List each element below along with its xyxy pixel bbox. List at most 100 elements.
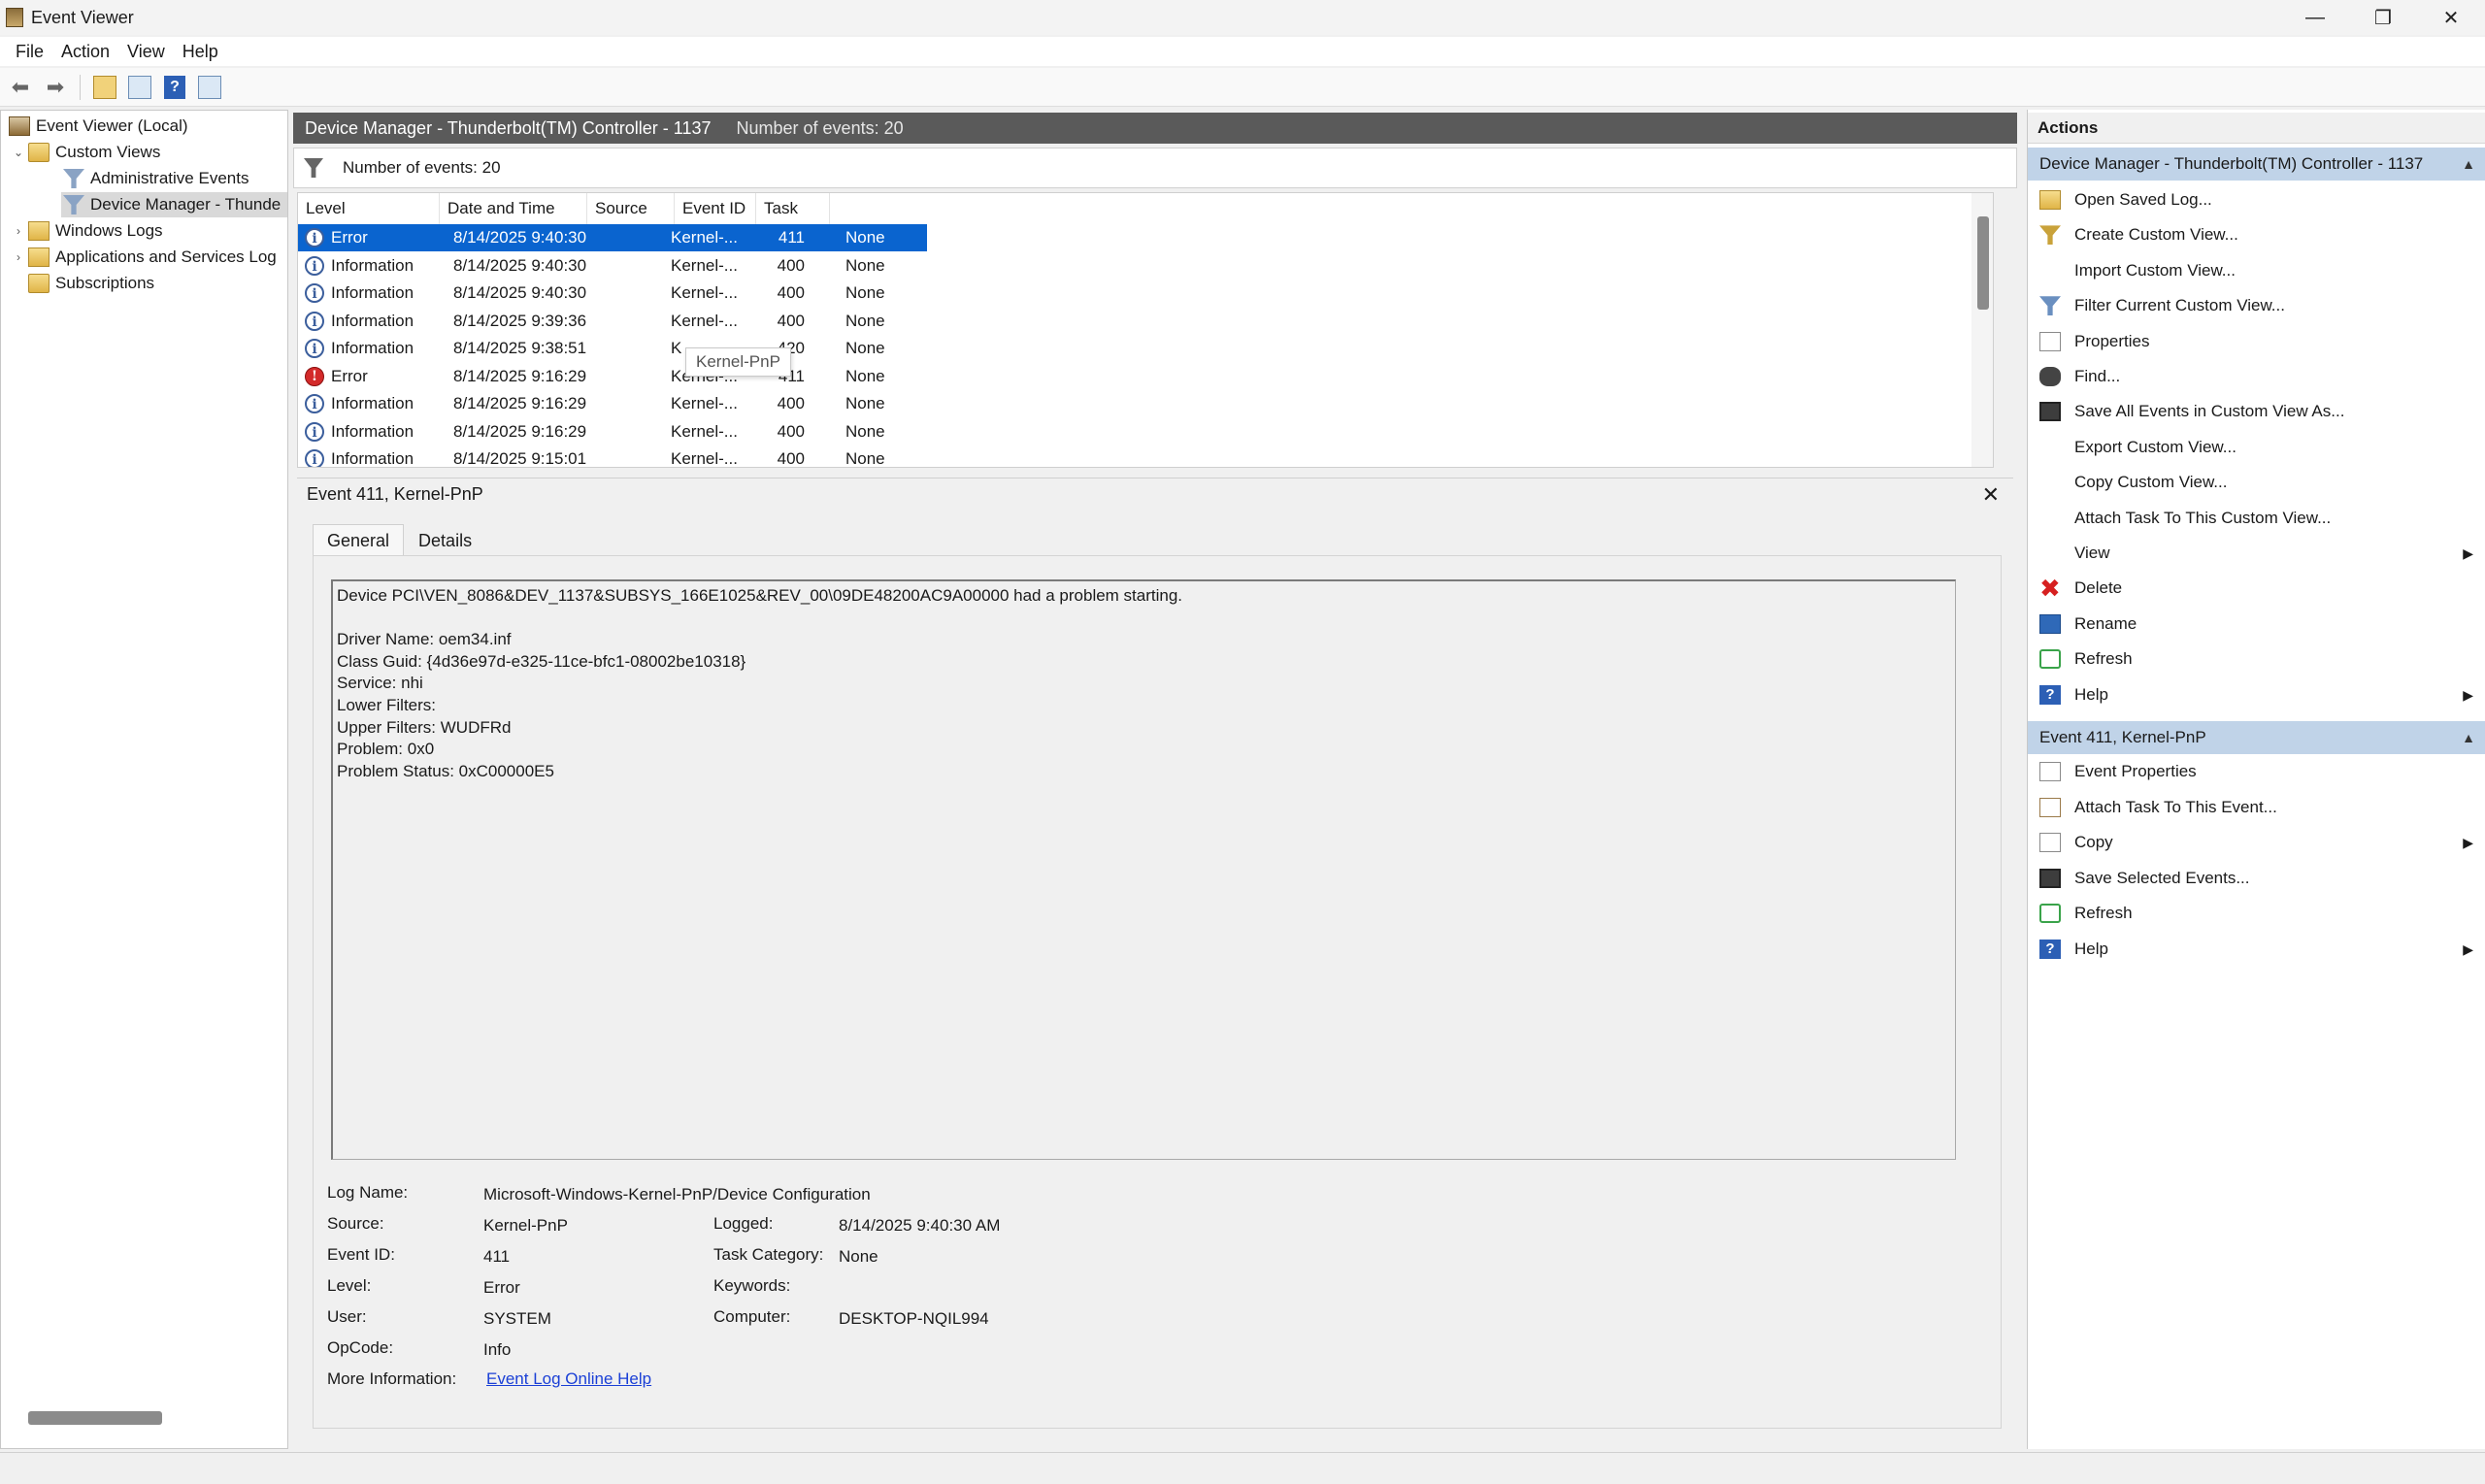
information-icon: i	[305, 449, 324, 467]
chevron-right-icon[interactable]: ›	[11, 224, 26, 238]
cell-task: None	[845, 421, 885, 441]
log-name-value[interactable]: Microsoft-Windows-Kernel-PnP/Device Conf…	[483, 1185, 871, 1204]
collapse-caret-icon[interactable]: ▲	[2462, 148, 2475, 181]
source-value[interactable]: Kernel-PnP	[483, 1216, 568, 1236]
computer-value[interactable]: DESKTOP-NQIL994	[839, 1309, 989, 1329]
action-label: Create Custom View...	[2074, 225, 2238, 245]
level-value[interactable]: Error	[483, 1278, 520, 1298]
attach-task-icon	[2039, 797, 2061, 817]
logs-folder-icon	[28, 247, 50, 267]
custom-view-header: Device Manager - Thunderbolt(TM) Control…	[293, 113, 2017, 144]
event-description[interactable]: Device PCI\VEN_8086&DEV_1137&SUBSYS_166E…	[331, 579, 1956, 1160]
action-item[interactable]: Copy Custom View...	[2028, 466, 2485, 499]
column-header-event-id[interactable]: Event ID	[675, 193, 756, 224]
tree-item-event-viewer-local[interactable]: Event Viewer (Local)	[7, 114, 188, 139]
action-item[interactable]: ? Help ▶	[2028, 678, 2485, 711]
column-header-source[interactable]: Source	[587, 193, 675, 224]
table-row[interactable]: i Information 8/14/2025 9:40:30 AM Kernel-.…	[298, 252, 927, 280]
restore-button[interactable]: ❐	[2349, 0, 2417, 35]
opcode-value[interactable]: Info	[483, 1340, 511, 1360]
action-item[interactable]: Filter Current Custom View...	[2028, 289, 2485, 322]
logs-folder-icon	[28, 221, 50, 241]
menu-action[interactable]: Action	[61, 42, 110, 62]
events-vertical-scrollbar[interactable]	[1971, 193, 1993, 467]
table-row[interactable]: i Error 8/14/2025 9:40:30 AM Kernel-... 411 N…	[298, 224, 927, 251]
action-item[interactable]: Save All Events in Custom View As...	[2028, 395, 2485, 428]
action-item[interactable]: Export Custom View...	[2028, 431, 2485, 464]
tab-general[interactable]: General	[313, 524, 405, 555]
tree-item-label: Custom Views	[55, 143, 161, 161]
cell-task: None	[845, 255, 885, 275]
menu-bar: File Action View Help	[0, 37, 2485, 66]
action-item[interactable]: Attach Task To This Custom View...	[2028, 502, 2485, 535]
column-header-level[interactable]: Level	[298, 193, 440, 224]
event-log-online-help-link[interactable]: Event Log Online Help	[486, 1369, 651, 1389]
help-icon: ?	[2039, 940, 2061, 959]
action-item[interactable]: Import Custom View...	[2028, 254, 2485, 287]
action-item[interactable]: Create Custom View...	[2028, 218, 2485, 251]
tree-item-custom-views[interactable]: ⌄ Custom Views	[11, 140, 160, 165]
task-category-value[interactable]: None	[839, 1247, 878, 1267]
toolbar-separator	[80, 74, 81, 100]
table-row[interactable]: i Information 8/14/2025 9:39:36 AM Kernel-.…	[298, 308, 927, 335]
chevron-down-icon[interactable]: ⌄	[11, 146, 26, 159]
chevron-right-icon[interactable]: ›	[11, 250, 26, 264]
collapse-caret-icon[interactable]: ▲	[2462, 721, 2475, 754]
show-hide-action-pane-icon[interactable]	[195, 73, 224, 102]
title-bar: Event Viewer — ❐ ✕	[0, 0, 2485, 35]
cell-source: Kernel-...	[671, 421, 738, 441]
action-item[interactable]: View ▶	[2028, 537, 2485, 570]
show-hide-console-tree-icon[interactable]	[125, 73, 154, 102]
more-information-label: More Information:	[327, 1369, 457, 1388]
column-header-date-and-time[interactable]: Date and Time	[440, 193, 587, 224]
table-row[interactable]: i Information 8/14/2025 9:40:30 AM Kernel-.…	[298, 280, 927, 307]
event-id-value[interactable]: 411	[483, 1247, 510, 1267]
tree-item-subscriptions[interactable]: Subscriptions	[11, 271, 154, 296]
actions-section-event[interactable]: Event 411, Kernel-PnP ▲	[2028, 721, 2485, 754]
action-item[interactable]: Attach Task To This Event...	[2028, 791, 2485, 824]
action-item[interactable]: Open Saved Log...	[2028, 183, 2485, 216]
information-icon: i	[305, 311, 324, 331]
back-arrow-icon[interactable]: ⬅	[6, 73, 35, 102]
table-row[interactable]: i Information 8/14/2025 9:16:29 AM Kernel-.…	[298, 390, 927, 417]
minimize-button[interactable]: —	[2281, 0, 2349, 35]
column-header-task-category[interactable]: Task Ca...	[756, 193, 830, 248]
user-value[interactable]: SYSTEM	[483, 1309, 551, 1329]
action-item[interactable]: Refresh	[2028, 897, 2485, 930]
tree-item-windows-logs[interactable]: › Windows Logs	[11, 218, 163, 244]
tree-item-device-manager-thunderbolt[interactable]: Device Manager - Thunde	[61, 192, 287, 217]
action-item[interactable]: Find...	[2028, 360, 2485, 393]
scrollbar-thumb[interactable]	[1977, 216, 1989, 310]
tree-item-applications-and-services-logs[interactable]: › Applications and Services Log	[11, 245, 277, 270]
action-item[interactable]: ✖ Delete	[2028, 572, 2485, 605]
forward-arrow-icon[interactable]: ➡	[41, 73, 70, 102]
table-row[interactable]: !Error8/14/2025 9:16:29 AMKernel-...411N…	[298, 363, 927, 390]
help-icon[interactable]: ?	[160, 73, 189, 102]
tree-item-administrative-events[interactable]: Administrative Events	[61, 166, 248, 191]
tree-horizontal-scrollbar[interactable]	[28, 1411, 162, 1425]
up-folder-icon[interactable]	[90, 73, 119, 102]
action-item[interactable]: Rename	[2028, 608, 2485, 641]
event-viewer-icon	[9, 116, 30, 136]
action-item[interactable]: ? Help ▶	[2028, 933, 2485, 966]
open-folder-icon	[2039, 190, 2061, 210]
close-icon[interactable]: ✕	[1982, 482, 2000, 508]
action-item[interactable]: Properties	[2028, 325, 2485, 358]
action-item[interactable]: Refresh	[2028, 643, 2485, 676]
menu-file[interactable]: File	[16, 42, 44, 62]
submenu-arrow-icon: ▶	[2463, 835, 2473, 851]
table-row[interactable]: i Information 8/14/2025 9:15:01 AM Kernel-.…	[298, 445, 927, 467]
table-row[interactable]: i Information 8/14/2025 9:16:29 AM Kernel-.…	[298, 418, 927, 445]
action-item[interactable]: Save Selected Events...	[2028, 862, 2485, 895]
cell-source: Kernel-...	[671, 255, 738, 275]
logged-value[interactable]: 8/14/2025 9:40:30 AM	[839, 1216, 1000, 1236]
menu-help[interactable]: Help	[182, 42, 218, 62]
actions-section-custom-view[interactable]: Device Manager - Thunderbolt(TM) Control…	[2028, 148, 2485, 181]
action-item[interactable]: Event Properties	[2028, 755, 2485, 788]
table-row[interactable]: iInformation8/14/2025 9:38:51 AMK420None	[298, 335, 927, 362]
close-window-button[interactable]: ✕	[2417, 0, 2485, 35]
action-item[interactable]: Copy ▶	[2028, 826, 2485, 859]
cell-task: None	[845, 339, 885, 357]
tab-details[interactable]: Details	[404, 524, 486, 555]
menu-view[interactable]: View	[127, 42, 165, 62]
